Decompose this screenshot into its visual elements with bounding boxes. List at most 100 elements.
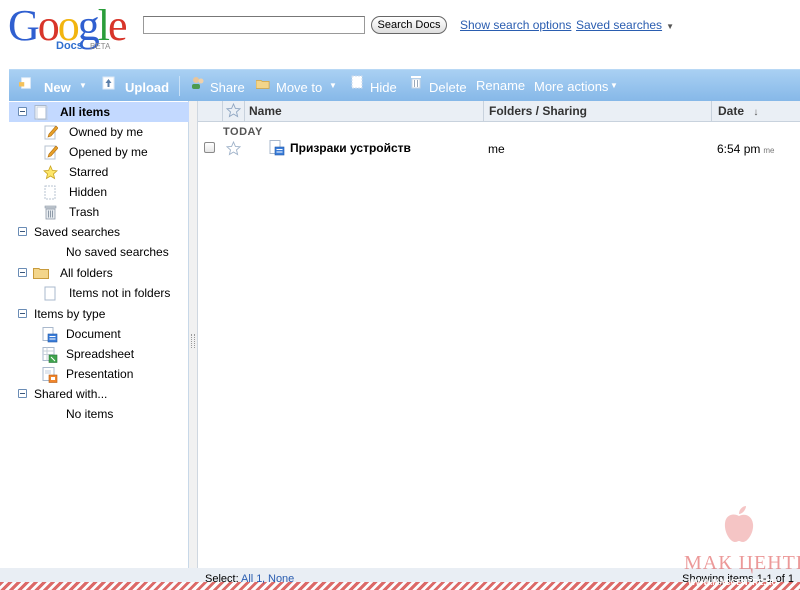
upload-icon [102, 76, 115, 90]
pencil-document-icon [44, 125, 58, 140]
rename-button[interactable]: Rename [476, 70, 526, 101]
search-input[interactable] [143, 16, 365, 34]
hide-label: Hide [370, 80, 397, 95]
header: Google Docs BETA Search Docs Show search… [0, 0, 800, 66]
modified-by: me [763, 146, 775, 155]
header-checkbox-column [198, 101, 223, 122]
google-docs-logo[interactable]: Google Docs BETA [8, 2, 140, 56]
chevron-down-icon: ▼ [610, 81, 618, 90]
sidebar-item-label: Starred [69, 165, 109, 179]
toolbar-divider [179, 76, 180, 96]
move-to-button[interactable]: Move to ▼ [256, 70, 340, 101]
watermark: МАК ЦЕНТР WWW.MACCENTRE.RU [682, 500, 800, 588]
collapse-icon[interactable] [18, 309, 27, 318]
column-header-label: Name [249, 104, 282, 118]
watermark-url: WWW.MACCENTRE.RU [688, 578, 778, 587]
share-button[interactable]: Share [191, 70, 251, 101]
pane-splitter[interactable] [189, 101, 198, 568]
select-none-link[interactable]: None [268, 573, 294, 585]
date-cell: 6:54 pm me [717, 142, 774, 156]
sidebar-section-label: Saved searches [34, 225, 121, 239]
no-items-text: No items [66, 407, 114, 421]
star-outline-icon[interactable] [226, 141, 241, 156]
sidebar-empty-note: No saved searches [9, 242, 189, 262]
chevron-down-icon: ▼ [329, 81, 337, 90]
sidebar-item-starred[interactable]: Starred [9, 162, 189, 182]
select-separator: , [262, 573, 266, 585]
delete-button[interactable]: Delete [409, 70, 469, 101]
document-name-link[interactable]: Призраки устройств [290, 141, 411, 155]
collapse-icon[interactable] [18, 268, 27, 277]
apple-logo-icon [724, 506, 754, 542]
collapse-icon[interactable] [18, 389, 27, 398]
folder-icon [33, 268, 49, 279]
select-label: Select: [205, 573, 239, 585]
sidebar-item-document[interactable]: Document [9, 324, 189, 344]
drag-handle-icon[interactable] [191, 334, 195, 348]
show-search-options-link[interactable]: Show search options [460, 18, 571, 32]
trash-icon [411, 76, 421, 89]
collapse-icon[interactable] [18, 227, 27, 236]
hide-button[interactable]: Hide [350, 70, 404, 101]
column-header-label: Folders / Sharing [489, 104, 588, 118]
search-docs-button[interactable]: Search Docs [371, 16, 447, 34]
saved-searches-link[interactable]: Saved searches ▼ [576, 18, 674, 32]
sidebar-section-all-folders[interactable]: All folders [9, 263, 189, 283]
sidebar-section-shared-with[interactable]: Shared with... [9, 384, 189, 404]
new-button[interactable]: New ▼ [19, 70, 91, 101]
sidebar-item-label: Trash [69, 205, 100, 219]
sidebar: All items Owned by me Opened by me Starr… [9, 101, 189, 568]
sharing-cell: me [488, 142, 505, 156]
watermark-title: МАК ЦЕНТР [684, 552, 800, 574]
upload-button[interactable]: Upload [102, 70, 174, 101]
logo-beta-label: BETA [90, 42, 111, 51]
sidebar-item-hidden[interactable]: Hidden [9, 182, 189, 202]
sidebar-section-saved-searches[interactable]: Saved searches [9, 222, 189, 242]
document-type-icon [42, 327, 58, 343]
header-star-column[interactable] [223, 101, 245, 122]
sidebar-item-presentation[interactable]: Presentation [9, 364, 189, 384]
column-header-folders-sharing[interactable]: Folders / Sharing [484, 101, 712, 122]
list-header: Name Folders / Sharing Date ↓ [198, 101, 800, 122]
pencil-document-icon [44, 145, 58, 160]
new-label: New [44, 80, 71, 95]
sidebar-item-owned-by-me[interactable]: Owned by me [9, 122, 189, 142]
select-all-link[interactable]: All 1 [241, 573, 262, 585]
document-type-icon [269, 140, 285, 156]
collapse-icon[interactable] [18, 107, 27, 116]
column-header-name[interactable]: Name [245, 101, 484, 122]
sidebar-item-label: Hidden [69, 185, 108, 199]
sidebar-item-all-items[interactable]: All items [9, 102, 189, 122]
toolbar: New ▼ Upload Share Move to ▼ Hide Delete… [9, 69, 800, 101]
sidebar-item-label: Items not in folders [69, 286, 171, 300]
more-actions-button[interactable]: More actions ▼ [534, 70, 624, 101]
new-document-icon [19, 77, 31, 89]
star-icon [43, 165, 58, 180]
sidebar-item-label: All items [60, 105, 111, 119]
hidden-document-icon [44, 185, 56, 200]
sidebar-item-items-not-in-folders[interactable]: Items not in folders [9, 283, 189, 303]
sidebar-item-label: Document [66, 327, 121, 341]
row-checkbox[interactable] [204, 142, 215, 153]
spreadsheet-type-icon [42, 347, 58, 363]
sidebar-item-spreadsheet[interactable]: Spreadsheet [9, 344, 189, 364]
sidebar-section-label: Items by type [34, 307, 106, 321]
saved-searches-label: Saved searches [576, 18, 663, 32]
trash-icon [44, 205, 57, 220]
no-saved-searches-text: No saved searches [66, 245, 169, 259]
sidebar-section-items-by-type[interactable]: Items by type [9, 304, 189, 324]
logo-letter: G [8, 1, 40, 50]
sidebar-item-opened-by-me[interactable]: Opened by me [9, 142, 189, 162]
logo-letter: e [108, 1, 127, 50]
decorative-stripe [0, 582, 800, 590]
sidebar-item-trash[interactable]: Trash [9, 202, 189, 222]
folder-icon [256, 80, 270, 89]
footer-bar: Select: All 1 , None Showing items 1-1 o… [0, 568, 800, 590]
document-icon [44, 286, 56, 301]
chevron-down-icon: ▼ [79, 81, 87, 90]
column-header-date[interactable]: Date ↓ [712, 101, 800, 122]
table-row[interactable]: Призраки устройств me 6:54 pm me [198, 139, 800, 159]
document-list: Name Folders / Sharing Date ↓ TODAY Приз… [198, 101, 800, 568]
upload-label: Upload [125, 80, 170, 95]
presentation-type-icon [42, 367, 58, 383]
